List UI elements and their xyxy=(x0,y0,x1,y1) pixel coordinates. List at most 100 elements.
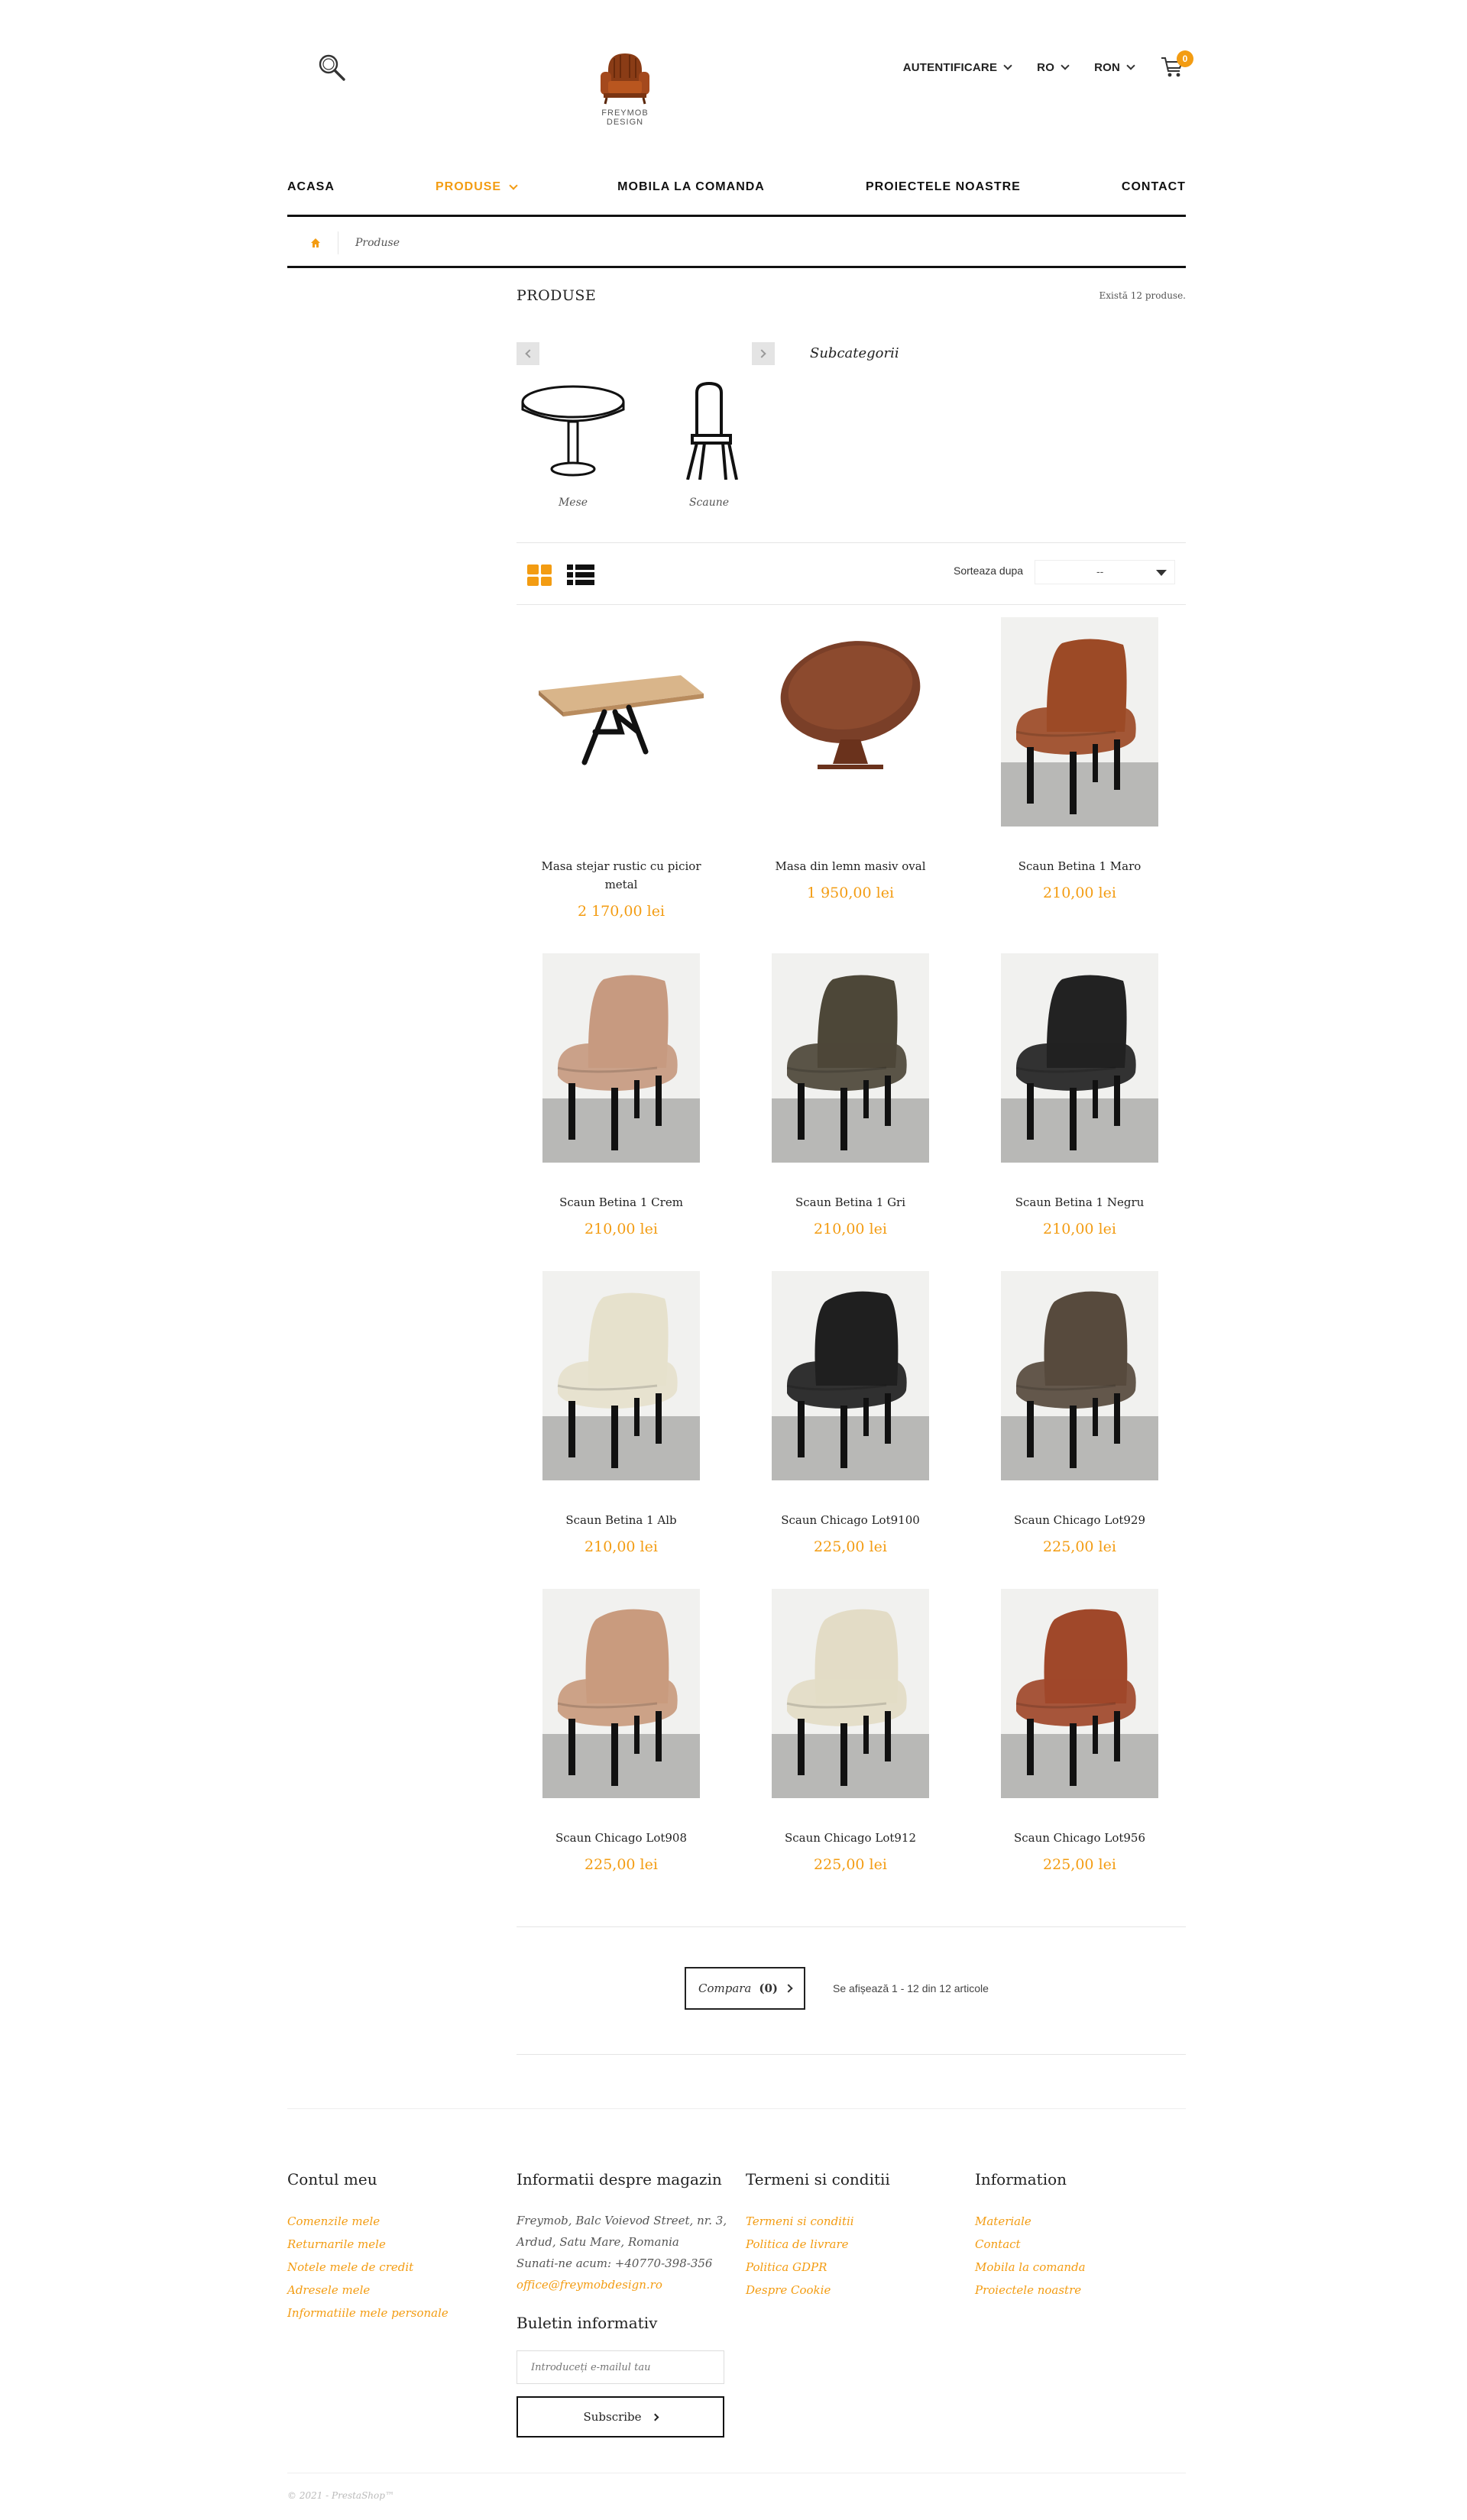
main-navigation: ACASA PRODUSE MOBILA LA COMANDA PROIECTE… xyxy=(287,159,1186,217)
subcategory-prev-button[interactable] xyxy=(517,342,539,365)
caret-down-icon xyxy=(1156,570,1167,576)
home-icon[interactable] xyxy=(310,238,321,248)
product-name[interactable]: Scaun Chicago Lot9100 xyxy=(761,1511,940,1529)
search-icon[interactable] xyxy=(316,52,347,82)
product-image[interactable] xyxy=(1001,617,1158,827)
nav-item-label: MOBILA LA COMANDA xyxy=(617,180,765,193)
footer-link[interactable]: Mobila la comanda xyxy=(975,2256,1086,2279)
logo-wordmark: FREYMOB DESIGN xyxy=(591,108,659,127)
footer-terms-column: Termeni si conditii Termeni si conditii … xyxy=(746,2170,890,2302)
product-name[interactable]: Scaun Chicago Lot929 xyxy=(990,1511,1169,1529)
chevron-down-icon xyxy=(509,180,518,190)
language-label: RO xyxy=(1037,60,1055,74)
login-dropdown[interactable]: AUTENTIFICARE xyxy=(903,61,1012,74)
product-name[interactable]: Scaun Betina 1 Gri xyxy=(761,1193,940,1211)
footer-link[interactable]: Despre Cookie xyxy=(746,2279,890,2302)
footer-link[interactable]: Proiectele noastre xyxy=(975,2279,1086,2302)
subscribe-button[interactable]: Subscribe xyxy=(517,2396,724,2438)
product-name[interactable]: Masa din lemn masiv oval xyxy=(761,857,940,875)
chevron-down-icon xyxy=(1126,61,1135,70)
product-name[interactable]: Scaun Chicago Lot908 xyxy=(532,1829,711,1847)
grid-view-icon[interactable] xyxy=(527,564,552,586)
list-view-icon[interactable] xyxy=(567,564,594,586)
nav-item-contact[interactable]: CONTACT xyxy=(1122,180,1186,194)
page-title: PRODUSE xyxy=(517,287,597,304)
product-price: 210,00 lei xyxy=(1043,1221,1116,1237)
chevron-down-icon xyxy=(1061,61,1070,70)
product-price: 210,00 lei xyxy=(814,1221,887,1237)
sort-select[interactable]: -- xyxy=(1035,560,1175,584)
site-footer: Contul meu Comenzile mele Returnarile me… xyxy=(287,2108,1186,2475)
site-logo[interactable]: FREYMOB DESIGN xyxy=(591,47,659,130)
product-image[interactable] xyxy=(539,617,704,827)
product-image[interactable] xyxy=(772,953,929,1163)
product-image[interactable] xyxy=(772,1271,929,1480)
subcategory-label: Scaune xyxy=(688,497,730,509)
subcategory-mese[interactable]: Mese xyxy=(520,382,627,509)
product-price: 225,00 lei xyxy=(1043,1856,1116,1873)
product-price: 210,00 lei xyxy=(585,1221,658,1237)
product-image[interactable] xyxy=(772,617,929,827)
product-price: 1 950,00 lei xyxy=(806,885,895,901)
nav-item-proiectele-noastre[interactable]: PROIECTELE NOASTRE xyxy=(866,180,1021,194)
table-icon xyxy=(521,385,625,477)
product-price: 2 170,00 lei xyxy=(577,903,665,920)
nav-item-mobila-la-comanda[interactable]: MOBILA LA COMANDA xyxy=(617,180,765,194)
product-price: 210,00 lei xyxy=(585,1538,658,1555)
product-image[interactable] xyxy=(1001,953,1158,1163)
product-name[interactable]: Scaun Betina 1 Negru xyxy=(990,1193,1169,1211)
copyright: © 2021 - PrestaShop™ xyxy=(287,2473,1186,2520)
footer-link[interactable]: Returnarile mele xyxy=(287,2233,449,2256)
product-image[interactable] xyxy=(542,953,700,1163)
cart-button[interactable]: 0 xyxy=(1160,50,1193,79)
product-count: Există 12 produse. xyxy=(1099,290,1186,301)
product-image[interactable] xyxy=(542,1589,700,1798)
product-image[interactable] xyxy=(1001,1271,1158,1480)
footer-link[interactable]: Materiale xyxy=(975,2210,1086,2233)
subcategories-section: Subcategorii Mese Scaune xyxy=(517,336,1186,535)
chair-icon xyxy=(686,382,738,480)
product-name[interactable]: Scaun Betina 1 Crem xyxy=(532,1193,711,1211)
footer-heading: Information xyxy=(975,2170,1067,2188)
chevron-down-icon xyxy=(1003,61,1012,70)
footer-link[interactable]: Comenzile mele xyxy=(287,2210,449,2233)
product-name[interactable]: Scaun Chicago Lot912 xyxy=(761,1829,940,1847)
currency-dropdown[interactable]: RON xyxy=(1094,61,1135,74)
chevron-right-icon xyxy=(651,2413,659,2421)
product-price: 225,00 lei xyxy=(1043,1538,1116,1555)
compare-label: Compara xyxy=(698,1981,752,1995)
footer-link[interactable]: Contact xyxy=(975,2233,1086,2256)
footer-link[interactable]: Adresele mele xyxy=(287,2279,449,2302)
footer-account-column: Contul meu Comenzile mele Returnarile me… xyxy=(287,2170,449,2324)
language-dropdown[interactable]: RO xyxy=(1037,60,1070,74)
cart-count-badge: 0 xyxy=(1177,50,1193,67)
chevron-left-icon xyxy=(525,349,534,358)
product-image[interactable] xyxy=(1001,1589,1158,1798)
product-name[interactable]: Scaun Chicago Lot956 xyxy=(990,1829,1169,1847)
product-image[interactable] xyxy=(772,1589,929,1798)
footer-link[interactable]: Politica de livrare xyxy=(746,2233,890,2256)
product-image[interactable] xyxy=(542,1271,700,1480)
product-name[interactable]: Scaun Betina 1 Alb xyxy=(532,1511,711,1529)
armchair-logo-icon xyxy=(601,53,649,105)
footer-link[interactable]: Notele mele de credit xyxy=(287,2256,449,2279)
footer-link[interactable]: Politica GDPR xyxy=(746,2256,890,2279)
product-name[interactable]: Masa stejar rustic cu picior metal xyxy=(532,857,711,894)
newsletter-email-input[interactable] xyxy=(517,2350,724,2384)
footer-heading: Informatii despre magazin xyxy=(517,2170,722,2188)
sort-selected-value: -- xyxy=(1096,565,1104,577)
nav-item-acasa[interactable]: ACASA xyxy=(287,180,335,194)
subcategory-scaune[interactable]: Scaune xyxy=(656,382,763,509)
breadcrumb-current: Produse xyxy=(355,236,400,249)
nav-item-produse[interactable]: PRODUSE xyxy=(436,180,518,194)
store-phone: Sunati-ne acum: +40770-398-356 xyxy=(517,2256,713,2270)
site-header: FREYMOB DESIGN AUTENTIFICARE RO RON 0 xyxy=(287,0,1193,145)
store-email-link[interactable]: office@freymobdesign.ro xyxy=(517,2274,730,2295)
footer-link[interactable]: Informatiile mele personale xyxy=(287,2302,449,2324)
compare-count: (0) xyxy=(759,1981,779,1995)
footer-link[interactable]: Termeni si conditii xyxy=(746,2210,890,2233)
compare-button[interactable]: Compara (0) xyxy=(685,1967,805,2010)
product-name[interactable]: Scaun Betina 1 Maro xyxy=(990,857,1169,875)
subcategory-next-button[interactable] xyxy=(752,342,775,365)
subcategories-title: Subcategorii xyxy=(810,345,899,361)
